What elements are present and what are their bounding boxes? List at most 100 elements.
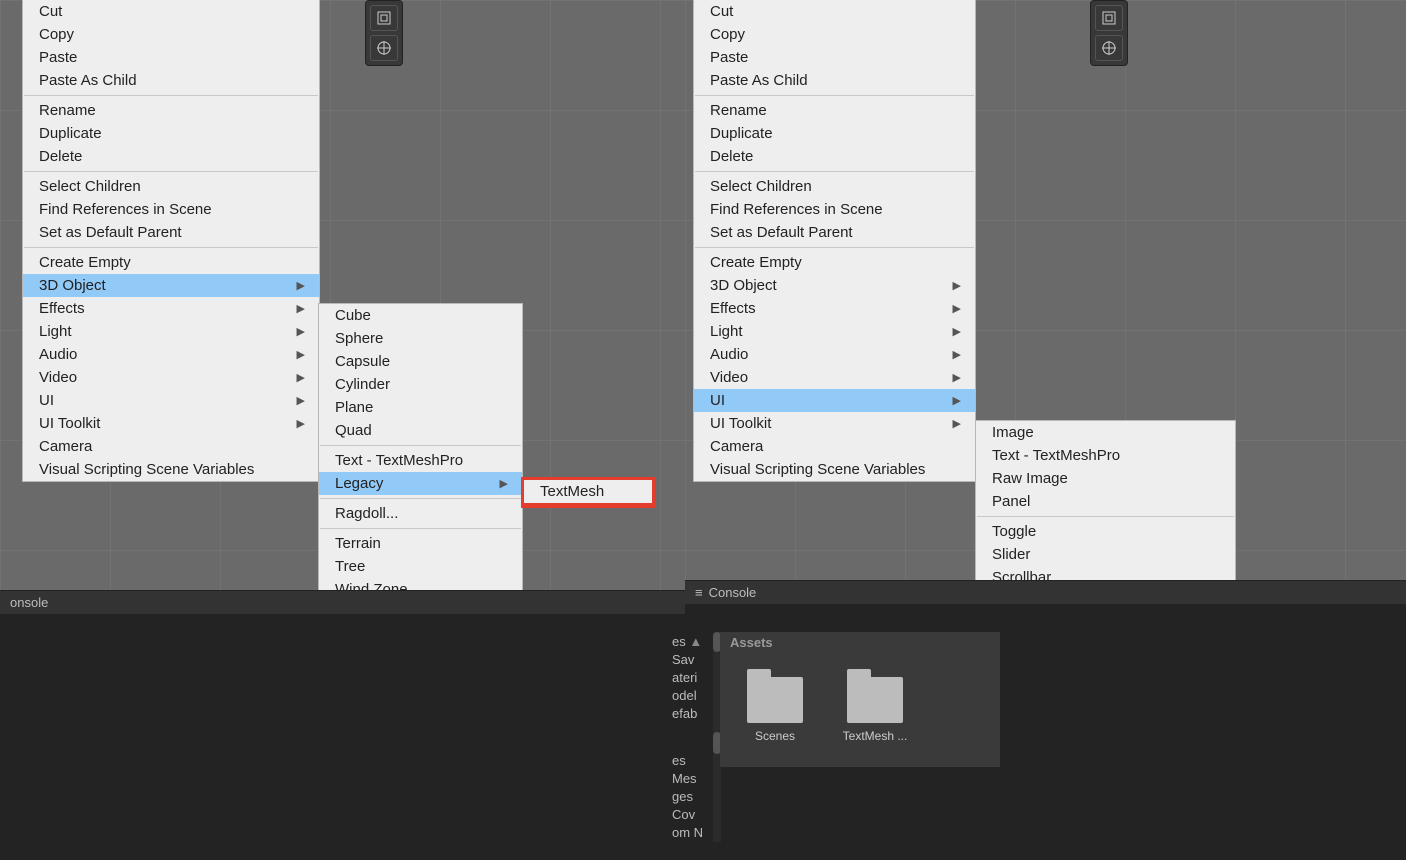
menu-text-tmpro[interactable]: Text - TextMeshPro <box>976 444 1235 467</box>
tool-palette-left <box>365 0 403 66</box>
rect-tool-icon[interactable] <box>370 5 398 31</box>
menu-separator <box>695 171 974 172</box>
menu-label: Plane <box>335 399 373 416</box>
menu-ui[interactable]: UI▶ <box>23 389 319 412</box>
menu-label: UI Toolkit <box>39 415 100 432</box>
menu-set-default-parent[interactable]: Set as Default Parent <box>23 221 319 244</box>
submenu-arrow-icon: ▶ <box>953 371 961 384</box>
rect-tool-icon[interactable] <box>1095 5 1123 31</box>
menu-sphere[interactable]: Sphere <box>319 327 522 350</box>
menu-audio[interactable]: Audio▶ <box>23 343 319 366</box>
menu-ragdoll[interactable]: Ragdoll... <box>319 502 522 525</box>
menu-slider[interactable]: Slider <box>976 543 1235 566</box>
submenu-arrow-icon: ▶ <box>953 279 961 292</box>
menu-label: Sphere <box>335 330 383 347</box>
menu-label: Terrain <box>335 535 381 552</box>
menu-label: Ragdoll... <box>335 505 398 522</box>
submenu-arrow-icon: ▶ <box>953 302 961 315</box>
menu-rename[interactable]: Rename <box>694 99 975 122</box>
menu-paste[interactable]: Paste <box>694 46 975 69</box>
menu-raw-image[interactable]: Raw Image <box>976 467 1235 490</box>
menu-label: Cube <box>335 307 371 324</box>
menu-label: Tree <box>335 558 365 575</box>
menu-rename[interactable]: Rename <box>23 99 319 122</box>
menu-legacy[interactable]: Legacy▶ <box>319 472 522 495</box>
menu-visual-scripting[interactable]: Visual Scripting Scene Variables <box>23 458 319 481</box>
menu-duplicate[interactable]: Duplicate <box>23 122 319 145</box>
menu-text-tmpro[interactable]: Text - TextMeshPro <box>319 449 522 472</box>
menu-3d-object[interactable]: 3D Object▶ <box>23 274 319 297</box>
console-tab-left[interactable]: onsole <box>0 590 685 614</box>
menu-label: Cylinder <box>335 376 390 393</box>
folder-item[interactable]: Scenes <box>740 677 810 743</box>
menu-select-children[interactable]: Select Children <box>23 175 319 198</box>
menu-paste-as-child[interactable]: Paste As Child <box>23 69 319 92</box>
menu-quad[interactable]: Quad <box>319 419 522 442</box>
submenu-3d-object: Cube Sphere Capsule Cylinder Plane Quad … <box>318 303 523 602</box>
assets-grid: Scenes TextMesh ... <box>720 653 1000 767</box>
menu-label: Light <box>710 323 743 340</box>
menu-copy[interactable]: Copy <box>694 23 975 46</box>
transform-tool-icon[interactable] <box>370 35 398 61</box>
menu-find-references[interactable]: Find References in Scene <box>694 198 975 221</box>
menu-select-children[interactable]: Select Children <box>694 175 975 198</box>
menu-tree[interactable]: Tree <box>319 555 522 578</box>
menu-camera[interactable]: Camera <box>23 435 319 458</box>
submenu-arrow-icon: ▶ <box>500 477 508 490</box>
menu-terrain[interactable]: Terrain <box>319 532 522 555</box>
menu-panel[interactable]: Panel <box>976 490 1235 513</box>
console-tab-right[interactable]: ≡ Console <box>685 580 1406 604</box>
menu-paste-as-child[interactable]: Paste As Child <box>694 69 975 92</box>
menu-label: Create Empty <box>39 254 131 271</box>
console-icon: ≡ <box>695 585 703 600</box>
menu-label: Rename <box>39 102 96 119</box>
menu-separator <box>695 247 974 248</box>
menu-set-default-parent[interactable]: Set as Default Parent <box>694 221 975 244</box>
menu-cube[interactable]: Cube <box>319 304 522 327</box>
menu-find-references[interactable]: Find References in Scene <box>23 198 319 221</box>
menu-effects[interactable]: Effects▶ <box>23 297 319 320</box>
lower-panel-left <box>0 614 685 860</box>
menu-plane[interactable]: Plane <box>319 396 522 419</box>
menu-create-empty[interactable]: Create Empty <box>23 251 319 274</box>
menu-image[interactable]: Image <box>976 421 1235 444</box>
menu-delete[interactable]: Delete <box>23 145 319 168</box>
assets-panel: Assets Scenes TextMesh ... <box>720 632 1000 767</box>
menu-label: Visual Scripting Scene Variables <box>39 461 254 478</box>
menu-cut[interactable]: Cut <box>23 0 319 23</box>
menu-label: Camera <box>710 438 763 455</box>
submenu-arrow-icon: ▶ <box>297 348 305 361</box>
menu-duplicate[interactable]: Duplicate <box>694 122 975 145</box>
menu-light[interactable]: Light▶ <box>23 320 319 343</box>
menu-visual-scripting[interactable]: Visual Scripting Scene Variables <box>694 458 975 481</box>
menu-label: Panel <box>992 493 1030 510</box>
menu-camera[interactable]: Camera <box>694 435 975 458</box>
menu-label: Set as Default Parent <box>710 224 853 241</box>
menu-textmesh[interactable]: TextMesh <box>524 480 652 503</box>
menu-label: Paste As Child <box>710 72 808 89</box>
menu-label: Copy <box>39 26 74 43</box>
menu-create-empty[interactable]: Create Empty <box>694 251 975 274</box>
menu-cylinder[interactable]: Cylinder <box>319 373 522 396</box>
menu-copy[interactable]: Copy <box>23 23 319 46</box>
menu-delete[interactable]: Delete <box>694 145 975 168</box>
menu-ui-toolkit[interactable]: UI Toolkit▶ <box>694 412 975 435</box>
menu-video[interactable]: Video▶ <box>23 366 319 389</box>
menu-toggle[interactable]: Toggle <box>976 520 1235 543</box>
menu-3d-object[interactable]: 3D Object▶ <box>694 274 975 297</box>
menu-video[interactable]: Video▶ <box>694 366 975 389</box>
menu-ui[interactable]: UI▶ <box>694 389 975 412</box>
menu-paste[interactable]: Paste <box>23 46 319 69</box>
menu-effects[interactable]: Effects▶ <box>694 297 975 320</box>
menu-separator <box>320 528 521 529</box>
menu-light[interactable]: Light▶ <box>694 320 975 343</box>
menu-cut[interactable]: Cut <box>694 0 975 23</box>
menu-label: Camera <box>39 438 92 455</box>
transform-tool-icon[interactable] <box>1095 35 1123 61</box>
menu-capsule[interactable]: Capsule <box>319 350 522 373</box>
menu-audio[interactable]: Audio▶ <box>694 343 975 366</box>
clipped-text-block: es Mes ges Cov om N <box>672 752 703 842</box>
folder-item[interactable]: TextMesh ... <box>840 677 910 743</box>
menu-ui-toolkit[interactable]: UI Toolkit▶ <box>23 412 319 435</box>
menu-label: Text - TextMeshPro <box>335 452 463 469</box>
